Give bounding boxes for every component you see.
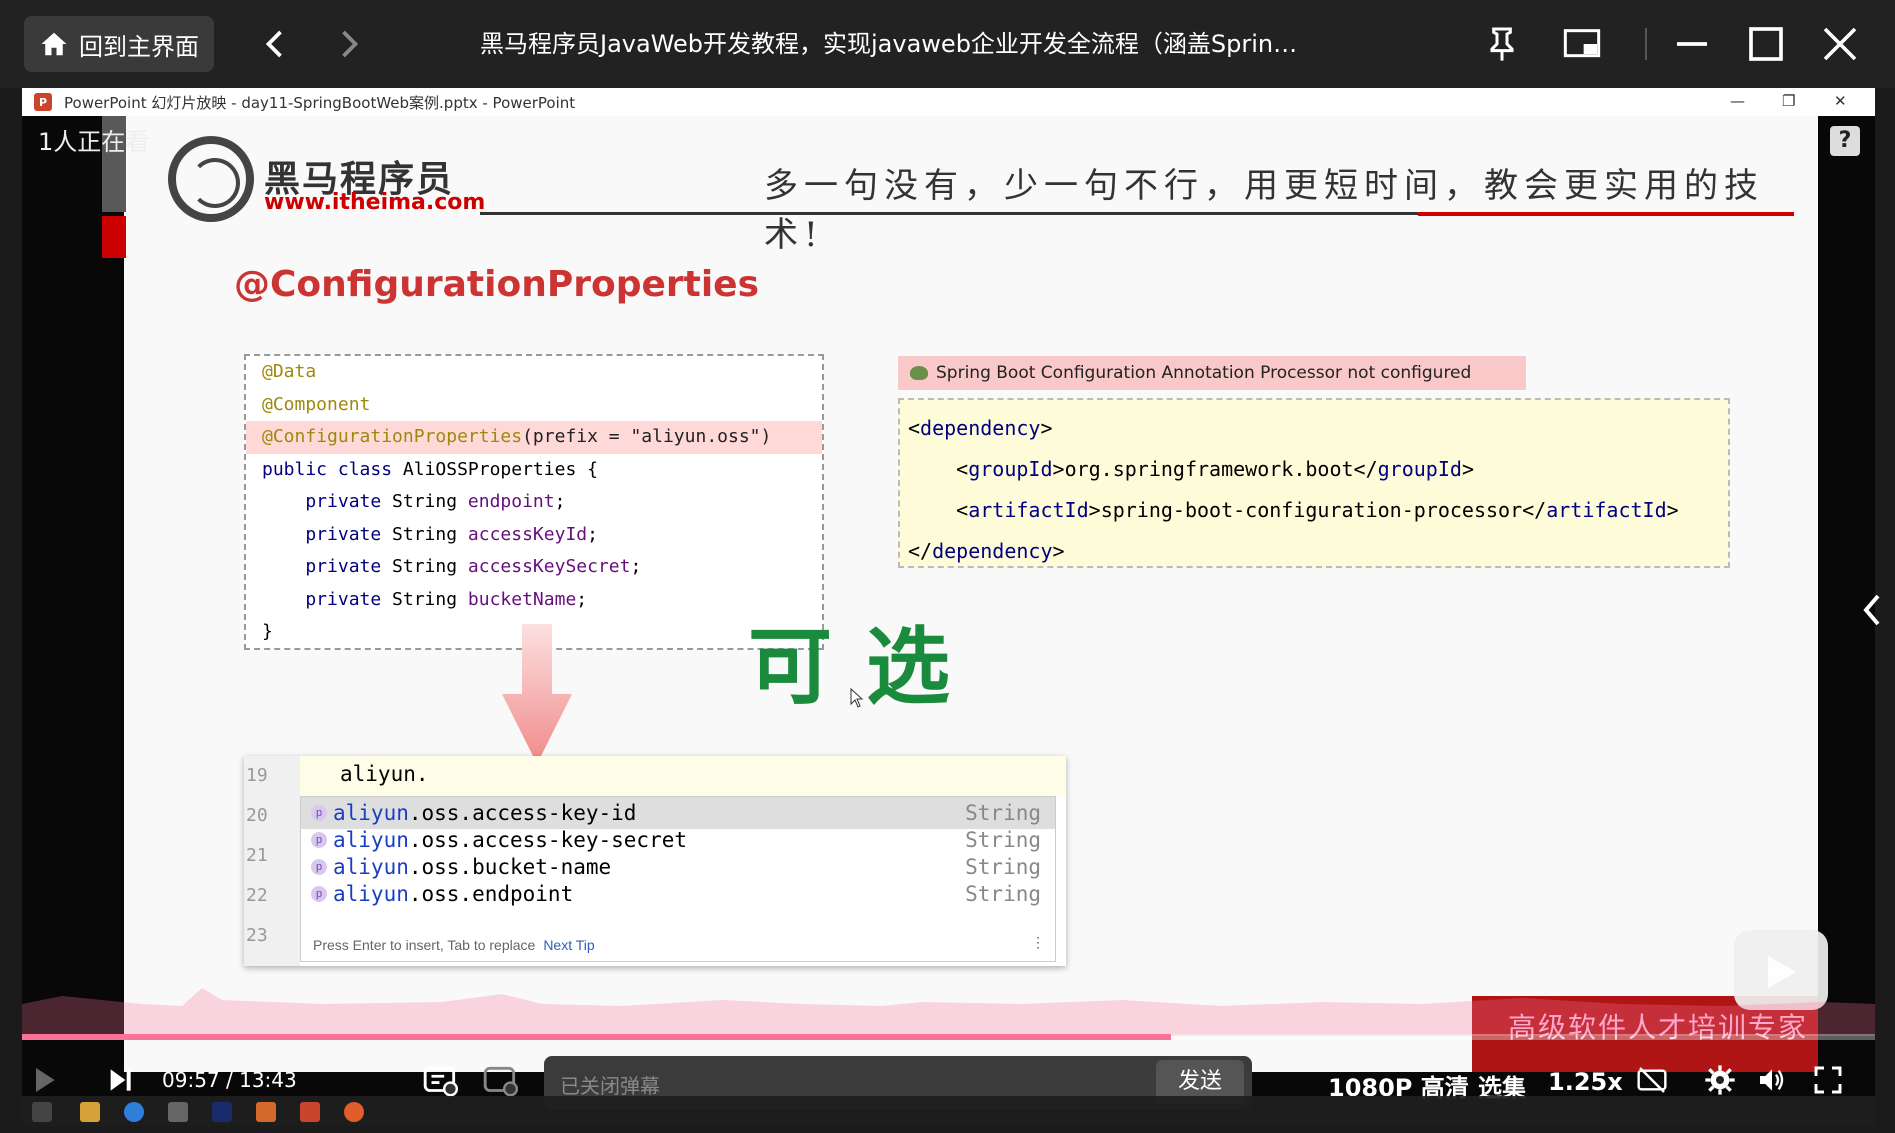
line-number-gutter: 19 20 21 22 23 — [244, 756, 300, 966]
optional-label: 可选 — [748, 617, 985, 716]
ppt-close-button[interactable]: ✕ — [1834, 92, 1847, 110]
subtitle-off-icon[interactable] — [1632, 1064, 1672, 1096]
code-completion-panel: 19 20 21 22 23 aliyun. p aliyun.oss.acce… — [244, 756, 1066, 966]
code-line: private String accessKeyId; — [262, 523, 598, 545]
xml-line: <groupId>org.springframework.boot</group… — [908, 457, 1474, 481]
suggestion-item[interactable]: p aliyun.oss.endpoint String — [301, 878, 1055, 910]
powerpoint-taskbar-icon[interactable] — [300, 1102, 320, 1122]
popup-footer: Press Enter to insert, Tab to replace Nex… — [313, 937, 595, 953]
ppt-title-bar: P PowerPoint 幻灯片放映 - day11-SpringBootWeb… — [22, 88, 1875, 116]
typed-text: aliyun. — [340, 762, 429, 786]
ppt-window-title: PowerPoint 幻灯片放映 - day11-SpringBootWeb案例… — [64, 93, 576, 112]
minimize-icon[interactable] — [1672, 24, 1712, 64]
progress-fill — [22, 1034, 1171, 1040]
slide: 黑马程序员 www.itheima.com 多一句没有，少一句不行，用更短时间，… — [124, 116, 1818, 1072]
heat-wave — [22, 988, 1875, 1036]
logo-url: www.itheima.com — [264, 190, 486, 215]
code-line-highlighted: @ConfigurationProperties(prefix = "aliyu… — [246, 421, 822, 454]
line-number: 21 — [246, 845, 268, 866]
home-button-label: 回到主界面 — [79, 32, 199, 61]
down-arrow-icon — [502, 624, 572, 764]
slide-side-accent — [102, 216, 126, 258]
property-icon: p — [311, 886, 327, 902]
autocomplete-popup: p aliyun.oss.access-key-id String p aliy… — [300, 796, 1056, 962]
code-line: private String endpoint; — [262, 491, 566, 512]
home-icon — [41, 32, 67, 56]
next-icon[interactable] — [104, 1064, 136, 1096]
java-code-block: @Data @Component @ConfigurationPropertie… — [244, 354, 824, 650]
mini-window-icon[interactable] — [1562, 24, 1602, 64]
xml-dependency-block: <dependency> <groupId>org.springframewor… — [898, 398, 1730, 568]
ppt-restore-button[interactable]: ❐ — [1782, 92, 1795, 110]
line-number: 19 — [246, 765, 268, 786]
powerpoint-icon: P — [34, 93, 52, 111]
back-arrow-icon[interactable] — [258, 26, 294, 62]
next-tip-link[interactable]: Next Tip — [543, 937, 594, 953]
code-line: private String bucketName; — [262, 588, 588, 610]
intellij-icon[interactable] — [212, 1102, 232, 1122]
xml-line: </dependency> — [908, 539, 1065, 563]
app-icon[interactable] — [344, 1102, 364, 1122]
xml-line: <artifactId>spring-boot-configuration-pr… — [908, 498, 1679, 522]
danmu-settings-icon[interactable] — [482, 1062, 520, 1100]
slide-title: @ConfigurationProperties — [234, 264, 760, 305]
progress-bar[interactable] — [22, 1034, 1875, 1040]
code-line: public class AliOSSProperties { — [262, 458, 598, 480]
spring-leaf-icon — [910, 366, 928, 380]
forward-arrow-icon[interactable] — [330, 26, 366, 62]
property-icon: p — [311, 832, 327, 848]
time-display: 09:57 / 13:43 — [162, 1068, 297, 1092]
maximize-icon[interactable] — [1746, 24, 1786, 64]
line-number: 23 — [246, 925, 268, 946]
property-icon: p — [311, 805, 327, 821]
top-separator — [1645, 28, 1647, 60]
slogan-underline-accent — [1418, 212, 1794, 216]
code-line: @Component — [262, 393, 371, 415]
warning-text: Spring Boot Configuration Annotation Pro… — [936, 363, 1472, 383]
play-icon[interactable] — [28, 1064, 60, 1096]
ppt-minimize-button[interactable]: — — [1730, 92, 1745, 110]
danmu-toggle-icon[interactable] — [422, 1062, 460, 1100]
windows-start-icon[interactable] — [32, 1102, 52, 1122]
slogan: 多一句没有，少一句不行，用更短时间，教会更实用的技术! — [764, 166, 1764, 255]
itheima-logo-icon — [168, 136, 254, 222]
video-area[interactable]: 黑马程序员 www.itheima.com 多一句没有，少一句不行，用更短时间，… — [22, 116, 1875, 1096]
property-icon: p — [311, 859, 327, 875]
app-icon[interactable] — [256, 1102, 276, 1122]
video-title: 黑马程序员JavaWeb开发教程，实现javaweb企业开发全流程（涵盖Spri… — [480, 30, 1298, 58]
close-icon[interactable] — [1820, 24, 1860, 64]
warning-banner: Spring Boot Configuration Annotation Pro… — [898, 356, 1526, 390]
app-icon[interactable] — [168, 1102, 188, 1122]
player-top-bar: 回到主界面 黑马程序员JavaWeb开发教程，实现javaweb企业开发全流程（… — [0, 0, 1895, 88]
popup-menu-icon[interactable]: ⋮ — [1031, 935, 1045, 951]
help-icon[interactable]: ? — [1830, 126, 1860, 156]
line-number: 22 — [246, 885, 268, 906]
code-line: private String accessKeySecret; — [262, 556, 642, 577]
mouse-cursor-icon — [850, 688, 864, 708]
chrome-icon[interactable] — [124, 1102, 144, 1122]
home-button[interactable]: 回到主界面 — [24, 16, 214, 72]
viewer-count: 1人正在看 — [38, 128, 150, 156]
line-number: 20 — [246, 805, 268, 826]
fullscreen-icon[interactable] — [1812, 1064, 1844, 1096]
code-line: @Data — [262, 361, 317, 382]
xml-line: <dependency> — [908, 416, 1053, 440]
side-panel-chevron-icon[interactable] — [1858, 590, 1886, 630]
settings-gear-icon[interactable] — [1704, 1064, 1736, 1096]
volume-icon[interactable] — [1756, 1064, 1788, 1096]
pin-icon[interactable] — [1482, 24, 1522, 64]
os-taskbar — [22, 1096, 1875, 1126]
speed-button[interactable]: 1.25x — [1548, 1068, 1623, 1096]
file-explorer-icon[interactable] — [80, 1102, 100, 1122]
